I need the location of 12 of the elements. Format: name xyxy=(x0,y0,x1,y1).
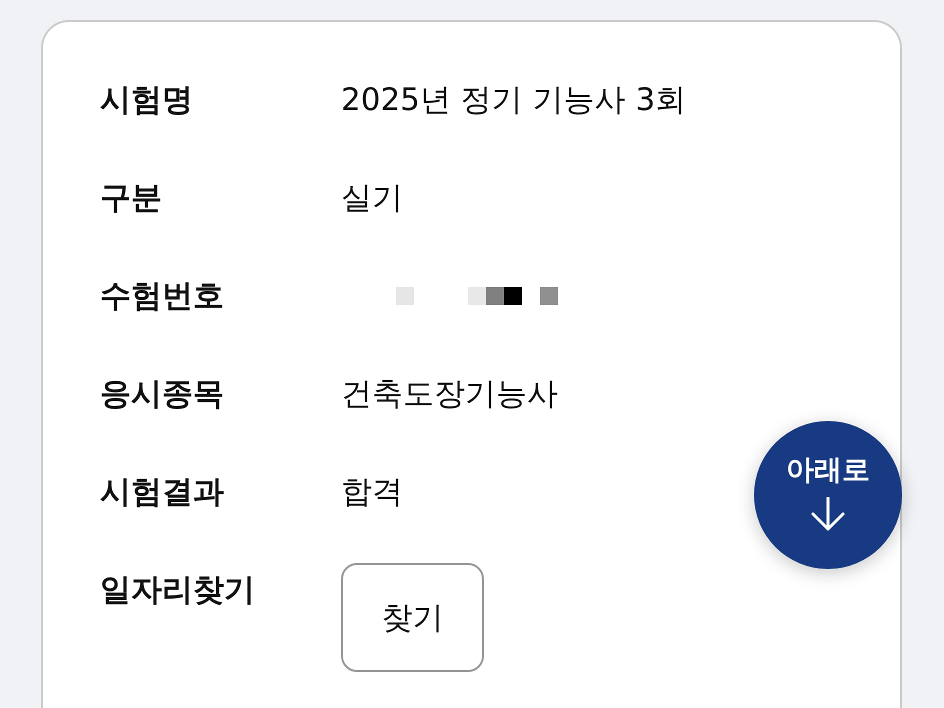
find-button[interactable]: 찾기 xyxy=(341,563,484,672)
field-value: 2025년 정기 기능사 3회 xyxy=(341,81,686,120)
field-label: 수험번호 xyxy=(100,277,225,316)
field-label: 시험명 xyxy=(100,81,194,120)
field-value: 실기 xyxy=(341,179,403,218)
field-label: 일자리찾기 xyxy=(100,571,256,610)
field-label: 시험결과 xyxy=(100,473,225,512)
field-value: 합격 xyxy=(341,473,403,512)
field-value: 건축도장기능사 xyxy=(341,375,558,414)
arrow-down-icon xyxy=(810,497,846,531)
field-label: 응시종목 xyxy=(100,375,225,414)
field-label: 구분 xyxy=(100,179,163,218)
